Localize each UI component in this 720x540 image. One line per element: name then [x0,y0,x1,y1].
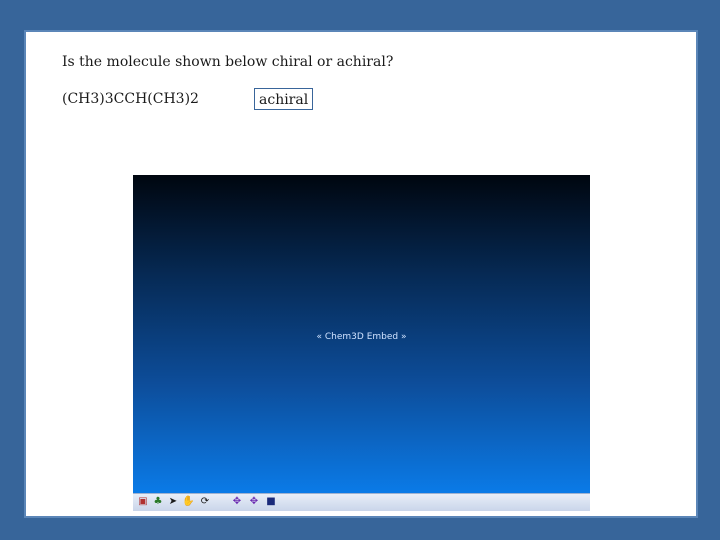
molecule-formula: (CH3)3CCH(CH3)2 [62,91,199,107]
question-text: Is the molecule shown below chiral or ac… [62,54,394,70]
move-y-icon[interactable]: ✥ [248,496,260,508]
move-x-icon[interactable]: ✥ [231,496,243,508]
rotate-icon[interactable]: ⟳ [199,496,211,508]
answer-input[interactable]: achiral [254,88,314,110]
hand-pan-icon[interactable]: ✋ [182,496,194,508]
stop-square-icon[interactable]: ■ [265,496,277,508]
chem3d-toolbar: ▣ ♣ ➤ ✋ ⟳ ✥ ✥ ■ [133,493,590,511]
slide-panel: Is the molecule shown below chiral or ac… [24,30,698,518]
select-arrow-icon[interactable]: ➤ [167,496,179,508]
chem3d-embed-viewer[interactable]: « Chem3D Embed » ▣ ♣ ➤ ✋ ⟳ ✥ ✥ ■ [133,175,590,511]
embed-placeholder-label: « Chem3D Embed » [316,332,407,342]
atom-tool-icon[interactable]: ♣ [152,496,164,508]
document-icon[interactable]: ▣ [137,496,149,508]
